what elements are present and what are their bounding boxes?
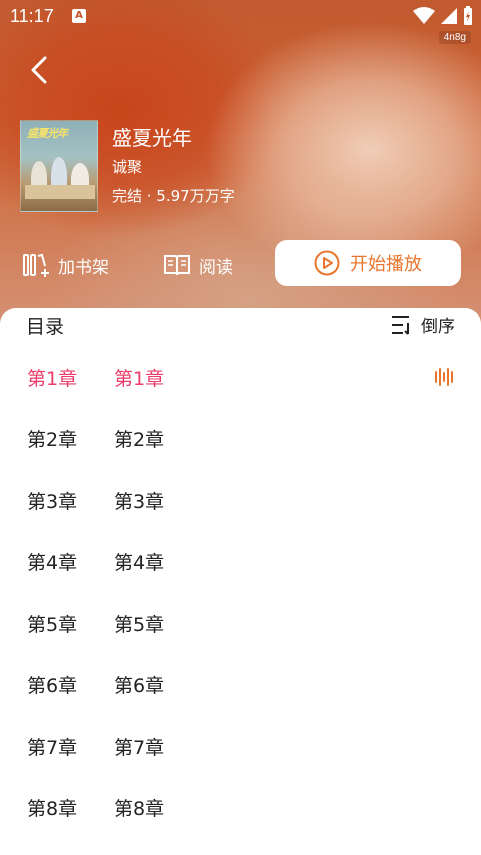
back-button[interactable] [22, 52, 56, 88]
chapter-row[interactable]: 第2章 第2章 [0, 407, 481, 467]
book-title: 盛夏光年 [112, 126, 192, 150]
chapter-number: 第2章 [27, 429, 78, 451]
toc-title: 目录 [26, 316, 65, 338]
chapter-name: 第4章 [114, 552, 165, 574]
notification-icon: A [72, 9, 86, 23]
chapter-row[interactable]: 第1章 第1章 [0, 346, 481, 406]
table-of-contents-panel: 目录 倒序 第1章 第1章 第2章 第2章 第3章 第3章 第4章 第4章 第5 [0, 308, 481, 855]
chapter-name: 第5章 [114, 614, 165, 636]
book-author[interactable]: 诚聚 [112, 156, 142, 177]
start-playing-label: 开始播放 [350, 254, 422, 275]
open-book-icon [164, 255, 190, 276]
reverse-order-button[interactable]: 倒序 [391, 312, 455, 337]
chapter-name: 第3章 [114, 491, 165, 513]
add-to-bookshelf-button[interactable]: 加书架 [22, 240, 109, 290]
chapter-row[interactable]: 第6章 第6章 [0, 653, 481, 713]
cover-table [25, 185, 95, 199]
chapter-name: 第1章 [114, 368, 165, 390]
chapter-row[interactable]: 第5章 第5章 [0, 592, 481, 652]
status-bar: 11:17 A 4n8g [0, 0, 481, 44]
start-playing-button[interactable]: 开始播放 [275, 240, 461, 286]
chapter-name: 第7章 [114, 737, 165, 759]
now-playing-icon [435, 368, 453, 386]
chapter-row[interactable]: 第3章 第3章 [0, 469, 481, 529]
wifi-icon [413, 7, 435, 24]
chapter-number: 第4章 [27, 552, 78, 574]
cover-title: 盛夏光年 [27, 127, 68, 140]
reverse-order-label: 倒序 [421, 317, 455, 337]
status-time: 11:17 [10, 6, 54, 26]
chapter-name: 第6章 [114, 675, 165, 697]
add-to-bookshelf-label: 加书架 [58, 257, 109, 278]
network-speed-tag: 4n8g [438, 31, 471, 44]
chapter-number: 第8章 [27, 798, 78, 820]
status-icons [413, 6, 473, 26]
chapter-row[interactable]: 第7章 第7章 [0, 715, 481, 775]
chapter-number: 第5章 [27, 614, 78, 636]
battery-icon [464, 6, 472, 25]
play-circle-icon [314, 250, 340, 276]
chapter-name: 第2章 [114, 429, 165, 451]
read-label: 阅读 [199, 257, 233, 278]
chapter-number: 第1章 [27, 368, 78, 390]
bookshelf-add-icon [23, 253, 49, 277]
chapter-number: 第6章 [27, 675, 78, 697]
chapter-name: 第8章 [114, 798, 165, 820]
chapter-row[interactable]: 第4章 第4章 [0, 530, 481, 590]
book-meta: 完结 · 5.97万万字 [112, 187, 235, 205]
chevron-left-icon [31, 56, 47, 84]
chapter-row[interactable]: 第8章 第8章 [0, 776, 481, 836]
read-button[interactable]: 阅读 [163, 240, 233, 290]
chapter-number: 第7章 [27, 737, 78, 759]
sort-icon [392, 315, 409, 335]
signal-icon [441, 8, 457, 24]
book-cover[interactable]: 盛夏光年 [20, 120, 98, 212]
chapter-number: 第3章 [27, 491, 78, 513]
